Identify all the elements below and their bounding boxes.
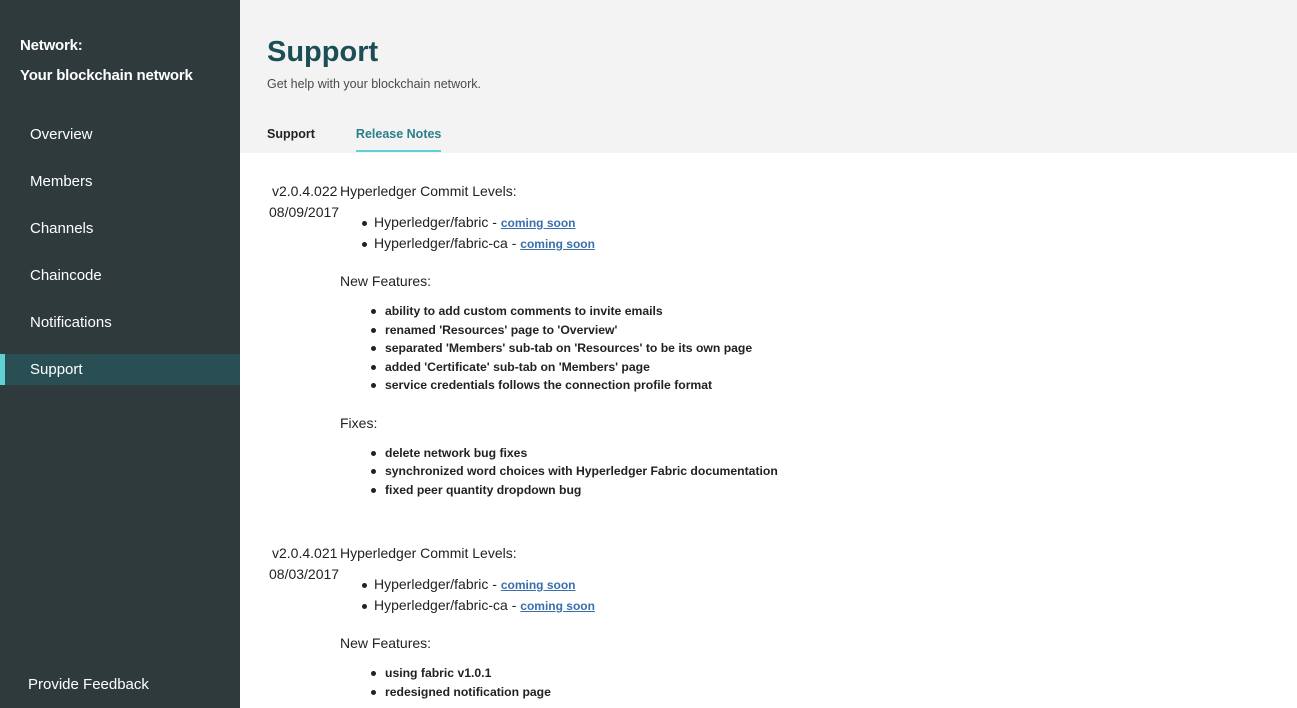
coming-soon-link[interactable]: coming soon <box>501 578 576 592</box>
release-date: 08/03/2017 <box>269 566 340 582</box>
release-version: v2.0.4.022 <box>272 183 338 199</box>
sidebar-nav: Overview Members Channels Chaincode Noti… <box>0 119 240 401</box>
commit-levels-title: Hyperledger Commit Levels: <box>340 183 517 199</box>
coming-soon-link[interactable]: coming soon <box>520 237 595 251</box>
commit-name: Hyperledger/fabric-ca - <box>374 235 521 251</box>
page-title: Support <box>267 36 379 68</box>
new-features-title: New Features: <box>340 273 432 289</box>
sidebar: Network: Your blockchain network Overvie… <box>0 0 240 708</box>
list-item: service credentials follows the connecti… <box>370 378 1140 397</box>
tab-bar: Support Release Notes <box>267 127 482 152</box>
tab-support[interactable]: Support <box>267 127 315 152</box>
coming-soon-link[interactable]: coming soon <box>520 599 595 613</box>
list-item: separated 'Members' sub-tab on 'Resource… <box>370 341 1140 360</box>
fixes-list: delete network bug fixes synchronized wo… <box>370 446 1140 502</box>
release-body: Hyperledger Commit Levels: Hyperledger/f… <box>340 183 1140 501</box>
list-item: added 'Certificate' sub-tab on 'Members'… <box>370 360 1140 379</box>
list-item: Hyperledger/fabric - coming soon <box>360 576 1140 597</box>
list-item: ability to add custom comments to invite… <box>370 304 1140 323</box>
list-item: fixed peer quantity dropdown bug <box>370 483 1140 502</box>
sidebar-item-members[interactable]: Members <box>0 166 240 197</box>
list-item: redesigned notification page <box>370 685 1140 704</box>
list-item: Hyperledger/fabric-ca - coming soon <box>360 235 1140 256</box>
sidebar-item-overview[interactable]: Overview <box>0 119 240 150</box>
list-item: delete network bug fixes <box>370 446 1140 465</box>
fixes-title: Fixes: <box>340 414 378 431</box>
page-header: Support Get help with your blockchain ne… <box>240 0 1297 153</box>
commit-list: Hyperledger/fabric - coming soon Hyperle… <box>360 576 1140 618</box>
commit-levels-title: Hyperledger Commit Levels: <box>340 545 517 561</box>
provide-feedback-link[interactable]: Provide Feedback <box>28 676 149 693</box>
list-item: Hyperledger/fabric-ca - coming soon <box>360 597 1140 618</box>
sidebar-item-chaincode[interactable]: Chaincode <box>0 260 240 291</box>
commit-name: Hyperledger/fabric-ca - <box>374 597 521 613</box>
release-date: 08/09/2017 <box>269 204 340 220</box>
new-features-title: New Features: <box>340 635 432 651</box>
network-name: Your blockchain network <box>20 67 193 84</box>
network-title: Network: Your blockchain network <box>20 37 193 84</box>
tab-release-notes[interactable]: Release Notes <box>355 127 442 152</box>
release-version: v2.0.4.021 <box>272 545 338 561</box>
sidebar-item-channels[interactable]: Channels <box>0 213 240 244</box>
network-label: Network: <box>20 37 83 54</box>
release-body: Hyperledger Commit Levels: Hyperledger/f… <box>340 545 1140 703</box>
list-item: using fabric v1.0.1 <box>370 666 1140 685</box>
features-list: using fabric v1.0.1 redesigned notificat… <box>370 666 1140 703</box>
commit-name: Hyperledger/fabric - <box>374 576 501 592</box>
coming-soon-link[interactable]: coming soon <box>501 216 576 230</box>
sidebar-item-support[interactable]: Support <box>0 354 240 385</box>
commit-list: Hyperledger/fabric - coming soon Hyperle… <box>360 214 1140 256</box>
page-subtitle: Get help with your blockchain network. <box>267 77 481 91</box>
list-item: Hyperledger/fabric - coming soon <box>360 214 1140 235</box>
list-item: renamed 'Resources' page to 'Overview' <box>370 323 1140 342</box>
commit-name: Hyperledger/fabric - <box>374 214 501 230</box>
features-list: ability to add custom comments to invite… <box>370 304 1140 397</box>
sidebar-item-notifications[interactable]: Notifications <box>0 307 240 338</box>
release-notes-content: v2.0.4.022 08/09/2017 Hyperledger Commit… <box>240 153 1297 708</box>
list-item: synchronized word choices with Hyperledg… <box>370 464 1140 483</box>
